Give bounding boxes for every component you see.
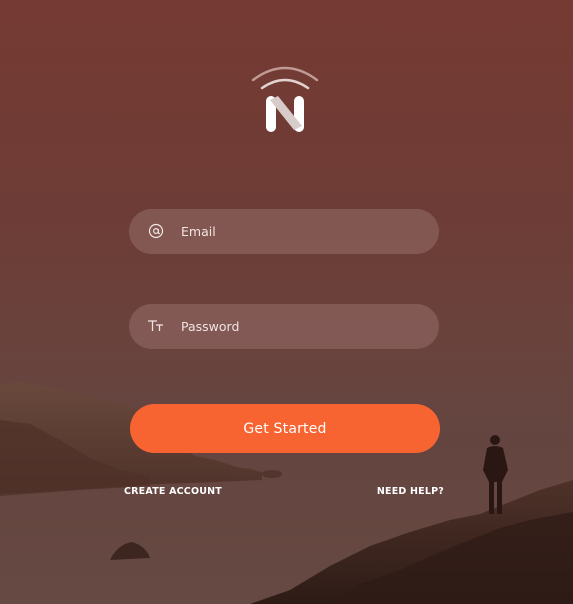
login-screen: Get Started CREATE ACCOUNT NEED HELP?	[0, 0, 573, 604]
create-account-link[interactable]: CREATE ACCOUNT	[124, 486, 222, 497]
get-started-button[interactable]: Get Started	[130, 404, 440, 453]
text-format-icon	[147, 317, 165, 335]
email-field[interactable]	[129, 209, 439, 254]
email-input[interactable]	[181, 209, 421, 254]
password-input[interactable]	[181, 304, 421, 349]
need-help-link[interactable]: NEED HELP?	[377, 486, 444, 497]
at-sign-icon	[147, 222, 165, 240]
password-field[interactable]	[129, 304, 439, 349]
app-logo	[251, 66, 319, 132]
